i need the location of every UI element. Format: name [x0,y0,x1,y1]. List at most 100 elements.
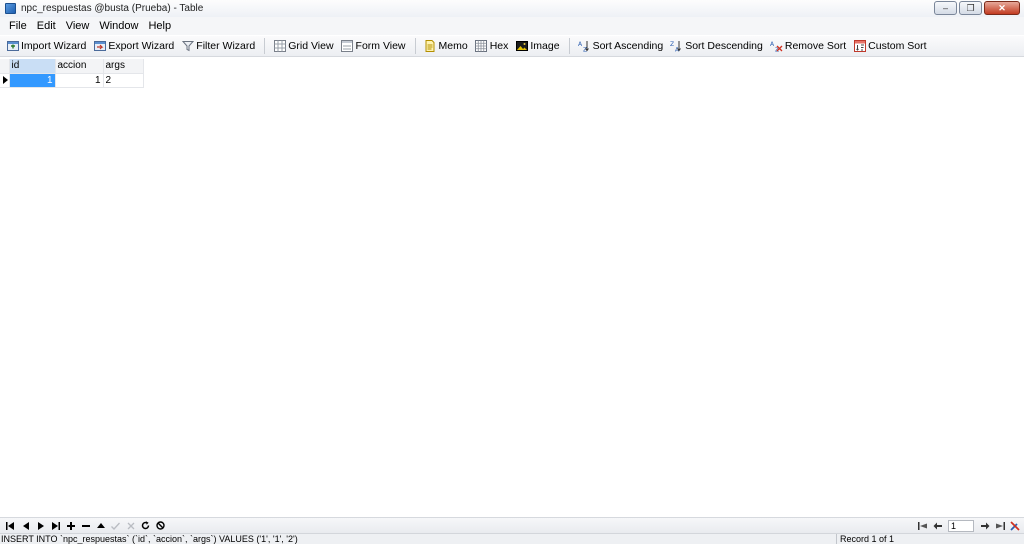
menu-window[interactable]: Window [94,20,143,32]
custom-sort-label: Custom Sort [868,40,927,52]
grid-view-icon [273,40,286,52]
cell-accion[interactable]: 1 [55,73,104,88]
svg-text:Z: Z [670,41,674,48]
memo-button[interactable]: Memo [421,37,471,56]
hex-label: Hex [489,40,509,52]
refresh-button[interactable] [138,519,153,533]
table-row[interactable]: 1 1 2 [0,73,144,88]
first-record-button[interactable] [3,519,18,533]
next-record-button[interactable] [33,519,48,533]
prev-record-icon [22,521,29,530]
grid-view-button[interactable]: Grid View [270,37,336,56]
first-page-button[interactable] [915,519,930,533]
sort-ascending-label: Sort Ascending [592,40,664,52]
next-page-button[interactable] [977,519,992,533]
export-wizard-label: Export Wizard [108,40,175,52]
last-page-button[interactable] [992,519,1007,533]
filter-wizard-button[interactable]: Filter Wizard [178,37,258,56]
import-wizard-icon [6,40,19,52]
window-title: npc_respuestas @busta (Prueba) - Table [21,3,204,14]
close-button[interactable]: ✕ [984,1,1020,15]
apply-changes-button[interactable] [108,519,123,533]
status-bar: INSERT INTO `npc_respuestas` (`id`, `acc… [0,533,1024,544]
menu-edit[interactable]: Edit [32,20,61,32]
custom-sort-button[interactable]: Custom Sort [850,37,929,56]
discard-changes-button[interactable] [123,519,138,533]
current-row-indicator [0,73,10,88]
sort-descending-icon: ZA [670,40,683,52]
record-navigator: 1 [0,517,1024,533]
form-view-button[interactable]: Form View [338,37,409,56]
cell-args[interactable]: 2 [103,73,144,88]
tools-icon [1009,521,1020,531]
toolbar-separator [568,38,570,54]
toolbar-separator [264,38,266,54]
memo-label: Memo [438,40,468,52]
remove-sort-button[interactable]: AZ Remove Sort [767,37,849,56]
window-controls: – ❐ ✕ [934,1,1020,15]
form-view-label: Form View [355,40,406,52]
sort-descending-label: Sort Descending [685,40,763,52]
last-record-icon [52,521,60,530]
first-page-icon [917,522,927,530]
title-bar[interactable]: npc_respuestas @busta (Prueba) - Table –… [0,0,1024,17]
filter-icon [181,40,194,52]
hex-button[interactable]: Hex [472,37,512,56]
arrow-right-icon [980,522,989,530]
column-header-row: id accion args [0,59,144,74]
plus-icon [66,521,75,530]
page-number-input[interactable]: 1 [948,520,974,532]
sort-ascending-icon: AZ [578,40,591,52]
menu-view[interactable]: View [61,20,95,32]
toolbar: Import Wizard Export Wizard Filter Wizar… [0,36,1024,57]
column-header-accion[interactable]: accion [55,59,104,74]
image-label: Image [530,40,560,52]
page-navigator: 1 [915,519,1022,533]
sort-ascending-button[interactable]: AZ Sort Ascending [575,37,667,56]
sort-descending-button[interactable]: ZA Sort Descending [667,37,766,56]
check-icon [111,522,120,530]
table-app-icon [5,3,16,14]
image-icon [515,40,528,52]
minus-icon [81,524,90,527]
prev-record-button[interactable] [18,519,33,533]
import-wizard-label: Import Wizard [21,40,87,52]
menu-help[interactable]: Help [143,20,176,32]
record-count: Record 1 of 1 [840,534,895,544]
add-record-button[interactable] [63,519,78,533]
hex-grid-icon [475,40,488,52]
x-icon [127,522,134,529]
export-wizard-button[interactable]: Export Wizard [90,37,177,56]
menu-file[interactable]: File [4,20,32,32]
column-header-id[interactable]: id [9,59,56,74]
stop-icon [156,521,165,530]
filter-wizard-label: Filter Wizard [196,40,256,52]
status-divider [836,534,837,544]
stop-button[interactable] [153,519,168,533]
row-indicator-header [0,59,10,74]
arrow-left-icon [933,522,942,530]
remove-sort-icon: AZ [770,40,783,52]
minimize-button[interactable]: – [934,1,957,15]
data-grid[interactable]: id accion args 1 1 2 [0,59,1024,516]
move-up-button[interactable] [93,519,108,533]
menu-bar: File Edit View Window Help [0,17,1024,35]
memo-icon [424,40,437,52]
refresh-icon [141,521,150,530]
cell-id[interactable]: 1 [9,73,56,88]
page-settings-button[interactable] [1007,519,1022,533]
import-wizard-button[interactable]: Import Wizard [3,37,89,56]
column-header-args[interactable]: args [103,59,144,74]
image-button[interactable]: Image [512,37,562,56]
prev-page-button[interactable] [930,519,945,533]
last-record-button[interactable] [48,519,63,533]
grid-view-label: Grid View [288,40,334,52]
first-record-icon [6,521,14,530]
remove-sort-label: Remove Sort [784,40,847,52]
triangle-up-icon [96,522,105,528]
last-page-icon [995,522,1005,530]
restore-button[interactable]: ❐ [959,1,982,15]
delete-record-button[interactable] [78,519,93,533]
custom-sort-icon [853,40,866,52]
toolbar-separator [414,38,416,54]
